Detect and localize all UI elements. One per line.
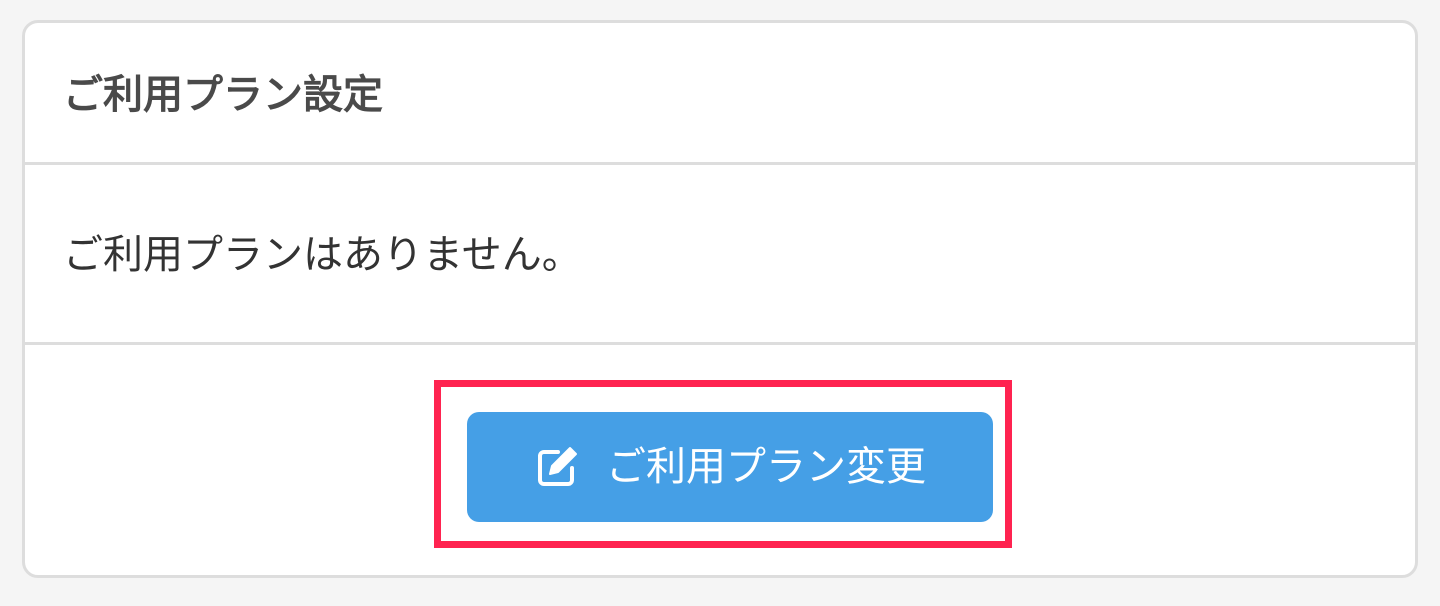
plan-settings-card: ご利用プラン設定 ご利用プランはありません。 ご利用プラン変更 xyxy=(22,20,1418,578)
page-title: ご利用プラン設定 xyxy=(63,72,383,118)
highlight-outline: ご利用プラン変更 xyxy=(434,380,1012,548)
card-footer: ご利用プラン変更 xyxy=(25,345,1415,575)
card-body: ご利用プランはありません。 xyxy=(25,165,1415,345)
card-header: ご利用プラン設定 xyxy=(25,23,1415,165)
change-plan-button[interactable]: ご利用プラン変更 xyxy=(467,412,993,522)
no-plan-message: ご利用プランはありません。 xyxy=(63,232,582,278)
edit-icon xyxy=(534,444,580,490)
change-plan-label: ご利用プラン変更 xyxy=(606,444,926,490)
